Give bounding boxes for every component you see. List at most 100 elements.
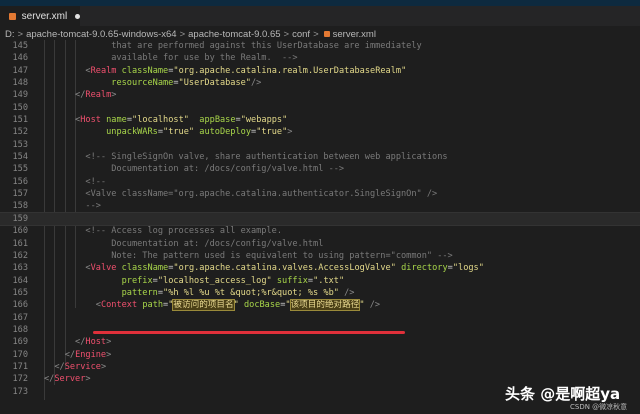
rss-icon <box>9 12 16 20</box>
code-line[interactable]: 150 <box>0 102 640 114</box>
code-line[interactable]: 149 </Realm> <box>0 89 640 101</box>
code-line[interactable]: 170 </Engine> <box>0 349 640 361</box>
tab-server-xml[interactable]: server.xml <box>0 6 80 26</box>
code-line[interactable]: 171 </Service> <box>0 361 640 373</box>
code-line[interactable]: 155 Documentation at: /docs/config/valve… <box>0 163 640 175</box>
code-line[interactable]: 167 <box>0 312 640 324</box>
code-token: "localhost_access_log" <box>157 275 272 286</box>
code-token: that are performed against this UserData… <box>44 41 422 51</box>
code-text: Documentation at: /docs/config/valve.htm… <box>44 163 344 175</box>
code-token: </ <box>64 349 76 360</box>
line-number: 147 <box>12 65 28 76</box>
code-token: className <box>121 263 169 274</box>
breadcrumb-item[interactable]: conf <box>292 29 310 40</box>
watermark-sub: CSDN @微凉秋意 <box>570 403 628 411</box>
code-line[interactable]: 153 <box>0 139 640 151</box>
line-number: 170 <box>12 349 28 360</box>
code-line[interactable]: 158 --> <box>0 200 640 212</box>
code-editor[interactable]: 145 that are performed against this User… <box>0 40 640 398</box>
code-token: /> <box>344 287 355 298</box>
breadcrumb-item[interactable]: apache-tomcat-9.0.65 <box>188 29 280 40</box>
code-line[interactable]: 147 <Realm className="org.apache.catalin… <box>0 65 640 77</box>
code-text: <!-- <box>44 176 106 188</box>
code-line[interactable]: 145 that are performed against this User… <box>0 40 640 52</box>
code-line[interactable]: 162 Note: The pattern used is equivalent… <box>0 250 640 262</box>
code-token: name <box>106 115 127 126</box>
code-line[interactable]: 148 resourceName="UserDatabase"/> <box>0 77 640 89</box>
breadcrumb: D: > apache-tomcat-9.0.65-windows-x64 > ap… <box>5 27 376 41</box>
code-token: Documentation at: /docs/config/valve.htm… <box>44 164 345 175</box>
code-line[interactable]: 151 <Host name="localhost" appBase="weba… <box>0 114 640 126</box>
code-text: Note: The pattern used is equivalent to … <box>44 250 453 262</box>
code-line[interactable]: 157 <Valve className="org.apache.catalin… <box>0 188 640 200</box>
code-token: Realm <box>85 90 112 101</box>
code-token: </ <box>44 374 55 385</box>
line-number: 146 <box>12 53 28 64</box>
line-number: 173 <box>12 386 28 397</box>
code-line[interactable]: 156 <!-- <box>0 176 640 188</box>
line-number: 157 <box>12 189 28 200</box>
code-line[interactable]: 160 <!-- Access log processes all exampl… <box>0 225 640 237</box>
code-token: "org.apache.catalina.valves.AccessLogVal… <box>173 263 396 274</box>
watermark: 头条 @是啊超ya <box>505 385 621 403</box>
code-line[interactable]: 169 </Host> <box>0 336 640 348</box>
breadcrumb-item[interactable]: D: <box>5 29 15 40</box>
line-number: 148 <box>12 78 28 89</box>
code-line[interactable]: 146 available for use by the Realm. --> <box>0 52 640 64</box>
code-token: Host <box>85 337 107 348</box>
code-text: <Valve className="org.apache.catalina.au… <box>44 188 437 200</box>
code-token: Realm <box>90 65 117 76</box>
code-token: autoDeploy <box>199 127 252 138</box>
unsaved-dot-icon[interactable] <box>75 13 80 19</box>
code-line[interactable]: 152 unpackWARs="true" autoDeploy="true"> <box>0 126 640 138</box>
code-token: </ <box>75 90 86 101</box>
code-text: <Realm className="org.apache.catalina.re… <box>44 65 406 77</box>
code-token: > <box>106 349 112 360</box>
code-token: prefix <box>121 275 153 286</box>
code-token: "localhost" <box>132 115 189 126</box>
code-token: Server <box>54 374 86 385</box>
code-token: "webapps" <box>240 115 288 126</box>
line-number: 153 <box>12 139 28 150</box>
breadcrumb-item[interactable]: apache-tomcat-9.0.65-windows-x64 <box>26 29 177 40</box>
code-token: /> <box>250 78 262 89</box>
code-token: <!-- <box>44 176 107 187</box>
chevron-right-icon: > <box>313 28 319 40</box>
code-line[interactable]: 164 prefix="localhost_access_log" suffix… <box>0 275 640 287</box>
code-token: > <box>111 90 117 101</box>
code-token: " <box>285 300 291 311</box>
code-text: </Service> <box>44 361 106 373</box>
highlighted-text: 该项目的绝对路径 <box>289 299 361 312</box>
code-token: Valve <box>90 263 117 274</box>
tab-label: server.xml <box>21 10 68 22</box>
code-token: directory <box>401 263 448 274</box>
breadcrumb-item[interactable]: server.xml <box>333 29 376 40</box>
line-number: 164 <box>12 275 28 286</box>
line-number: 160 <box>12 226 28 237</box>
code-text: <!-- Access log processes all example. <box>44 225 282 237</box>
line-number: 172 <box>12 374 28 385</box>
line-number: 162 <box>12 250 28 261</box>
code-token: > <box>100 361 107 372</box>
code-line[interactable]: 161 Documentation at: /docs/config/valve… <box>0 238 640 250</box>
code-line[interactable]: 163 <Valve className="org.apache.catalin… <box>0 262 640 274</box>
code-token: appBase <box>199 115 236 126</box>
line-number: 169 <box>12 337 28 348</box>
code-line[interactable]: 166 <Context path="被访问的项目名" docBase="该项目… <box>0 299 640 312</box>
code-line[interactable]: 165 pattern="%h %l %u %t &quot;%r&quot; … <box>0 287 640 299</box>
code-line[interactable]: 159 <box>0 211 640 227</box>
code-token: resourceName <box>111 78 174 89</box>
code-token: <!-- Access log processes all example. <box>44 226 282 237</box>
code-line[interactable]: 154 <!-- SingleSignOn valve, share authe… <box>0 151 640 163</box>
code-token: Context <box>100 300 138 311</box>
code-text: </Engine> <box>44 349 112 361</box>
code-token: --> <box>44 201 101 212</box>
line-number: 167 <box>12 312 28 323</box>
code-text: prefix="localhost_access_log" suffix=".t… <box>44 275 345 287</box>
